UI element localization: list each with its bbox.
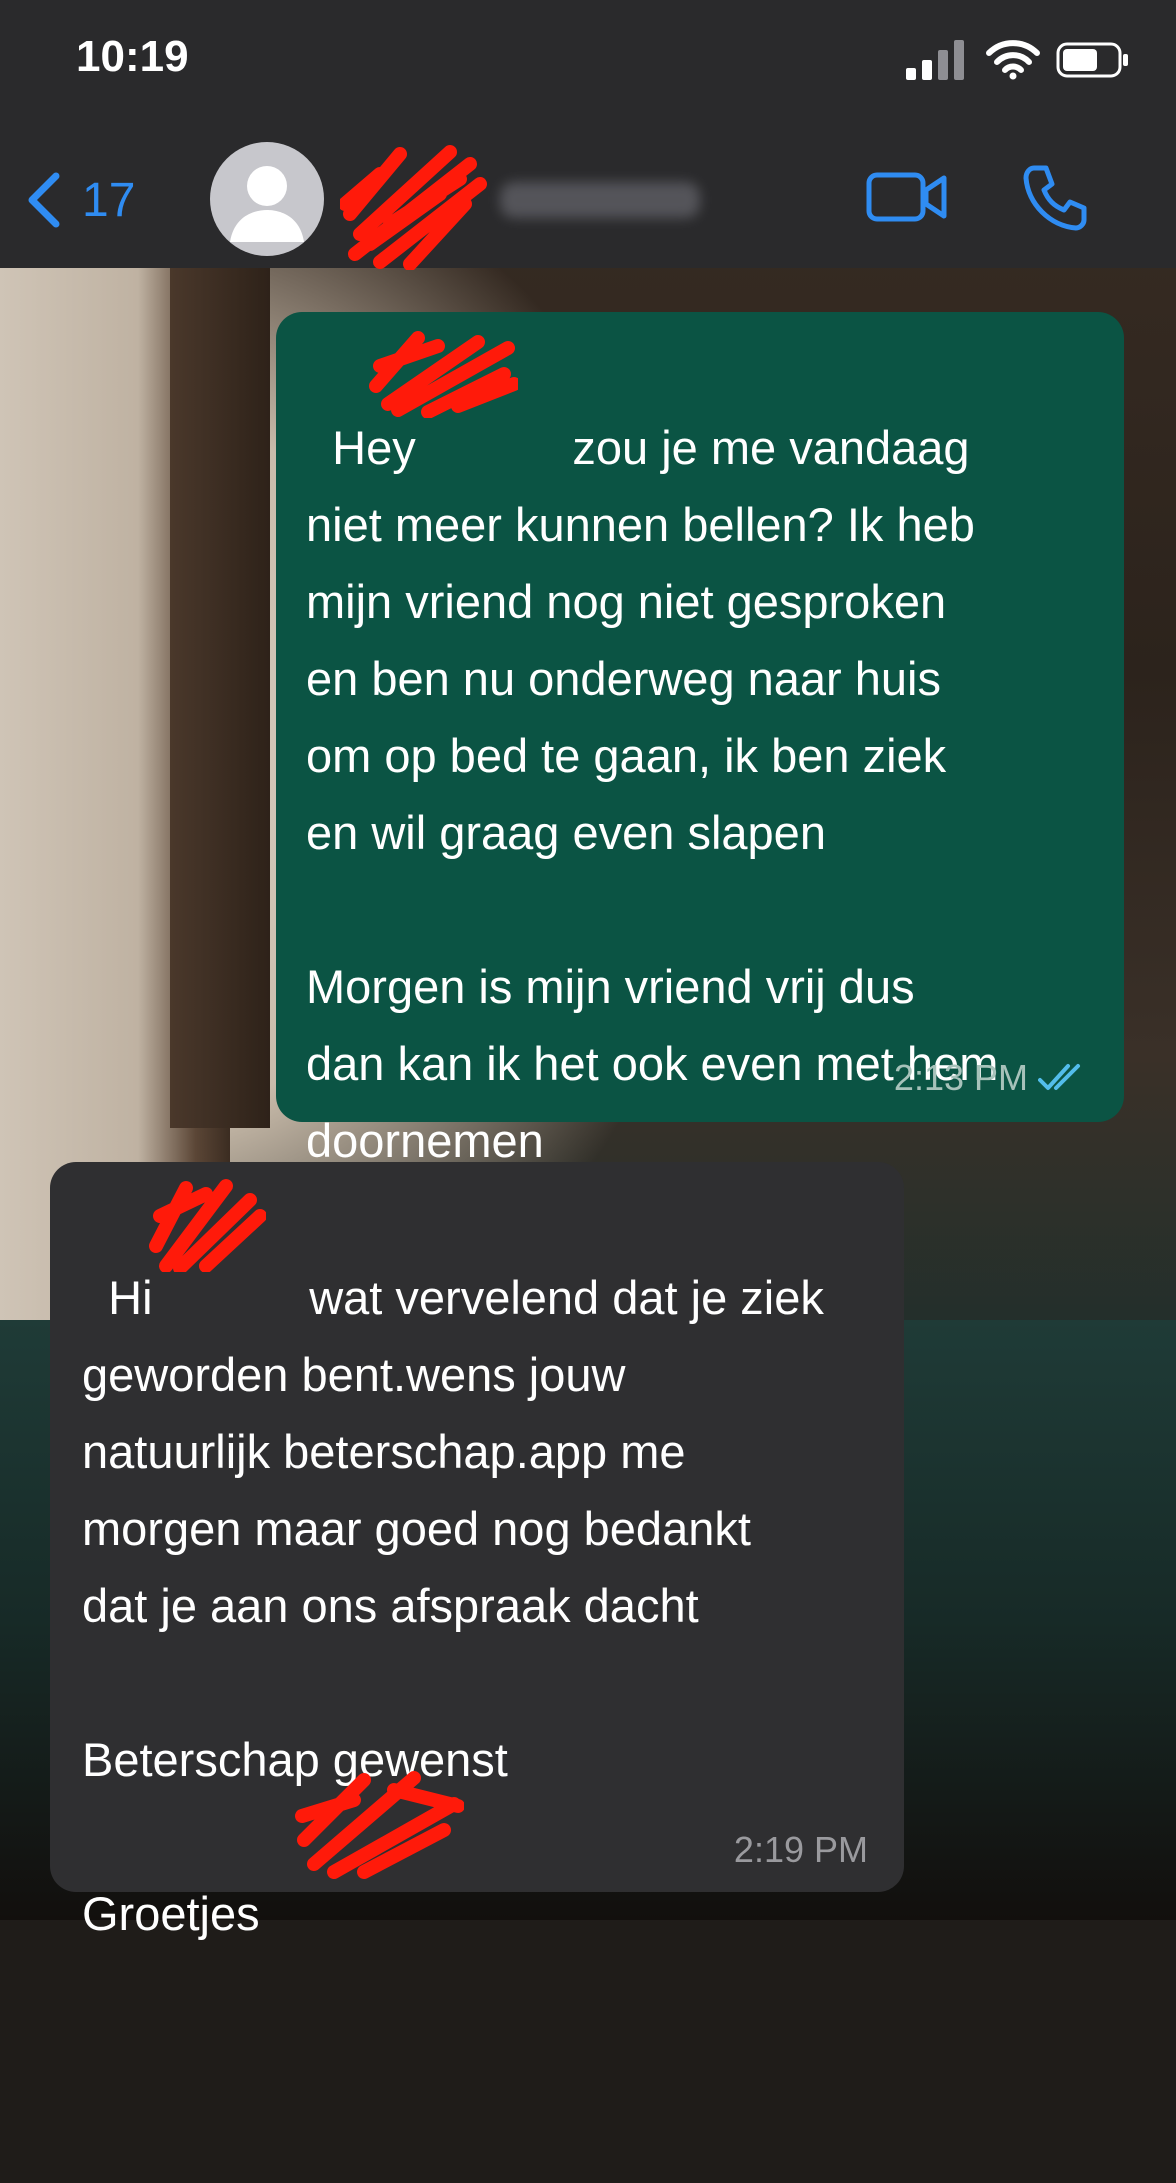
contact-name-blurred: [500, 182, 700, 218]
back-count: 17: [82, 173, 136, 227]
status-icons: [906, 38, 1136, 82]
wifi-icon: [986, 40, 1040, 80]
message-incoming[interactable]: Hi wat vervelend dat je ziek geworden be…: [50, 1162, 904, 1940]
contact-name[interactable]: [340, 145, 710, 270]
back-button[interactable]: 17: [24, 168, 164, 232]
message-meta: 2:13 PM: [894, 1058, 1088, 1098]
video-call-button[interactable]: [866, 170, 948, 224]
message-text: Hey zou je me vandaag niet meer kunnen b…: [306, 421, 999, 1167]
contact-avatar[interactable]: [210, 142, 324, 256]
redaction-scribble: [149, 1179, 266, 1272]
battery-icon: [1056, 42, 1128, 78]
message-meta: 2:19 PM: [734, 1830, 868, 1870]
chevron-left-icon: [28, 172, 60, 228]
status-time: 10:19: [76, 32, 189, 81]
wallpaper-frame: [170, 268, 270, 1128]
redaction-scribble: [369, 331, 518, 418]
signal-icon: [906, 40, 964, 80]
avatar-icon: [230, 166, 304, 242]
message-time: 2:13 PM: [893, 1057, 1028, 1098]
chat-header: 10:19 17: [0, 0, 1176, 270]
redaction-scribble: [340, 145, 487, 270]
message-text: Hi wat vervelend dat je ziek geworden be…: [82, 1271, 824, 1940]
phone-call-button[interactable]: [1020, 162, 1090, 232]
message-outgoing[interactable]: Hey zou je me vandaag niet meer kunnen b…: [276, 312, 1124, 1167]
double-check-icon: [1038, 1064, 1080, 1090]
message-time: 2:19 PM: [733, 1829, 868, 1870]
